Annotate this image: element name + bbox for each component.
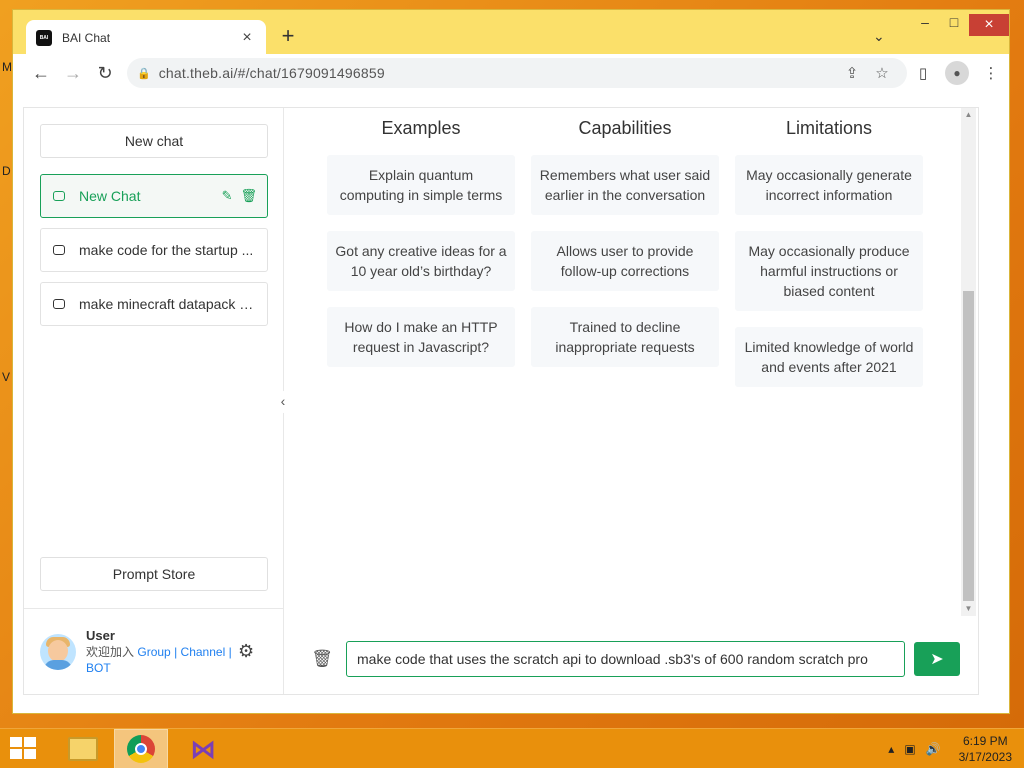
- lock-icon: 🔒: [137, 67, 151, 80]
- volume-icon[interactable]: 🔊: [926, 742, 941, 756]
- limitation-card: Limited knowledge of world and events af…: [735, 327, 923, 387]
- limitation-card: May occasionally produce harmful instruc…: [735, 231, 923, 311]
- taskbar: ⋈ ▴ ▣ 🔊 6:19 PM 3/17/2023: [0, 728, 1024, 768]
- limitation-card: May occasionally generate incorrect info…: [735, 155, 923, 215]
- chat-item-title: New Chat: [79, 188, 141, 204]
- url-text: chat.theb.ai/#/chat/1679091496859: [158, 65, 385, 81]
- system-tray: ▴ ▣ 🔊 6:19 PM 3/17/2023: [888, 733, 1012, 765]
- folder-icon: [68, 737, 98, 761]
- capability-card: Remembers what user said earlier in the …: [531, 155, 719, 215]
- column-examples: Examples Explain quantum computing in si…: [325, 118, 517, 403]
- main-content: Examples Explain quantum computing in si…: [285, 108, 978, 694]
- back-arrow-icon[interactable]: ←: [25, 57, 57, 89]
- chat-item-title: make minecraft datapack c...: [79, 296, 257, 312]
- edit-pencil-icon[interactable]: ✎: [222, 188, 233, 204]
- profile-icon[interactable]: ●: [945, 61, 969, 85]
- tray-chevron-up-icon[interactable]: ▴: [888, 742, 894, 756]
- column-limitations: Limitations May occasionally generate in…: [733, 118, 925, 403]
- scroll-up-arrow-icon[interactable]: ▲: [961, 108, 976, 122]
- chat-item[interactable]: make minecraft datapack c...: [40, 282, 268, 326]
- minimize-button[interactable]: –: [910, 14, 940, 36]
- separator: |: [228, 644, 232, 659]
- start-windows-icon[interactable]: [10, 737, 38, 761]
- new-chat-button[interactable]: New chat: [40, 124, 268, 158]
- tab-strip: BAI BAI Chat × + ⌄ – □ ×: [13, 10, 1009, 55]
- clock-date: 3/17/2023: [958, 750, 1012, 764]
- composer: 🗑 ➤: [285, 640, 978, 678]
- desktop-icon-label: D: [2, 164, 11, 178]
- column-header: Limitations: [785, 118, 873, 138]
- avatar: [40, 633, 76, 670]
- file-explorer-taskbar-button[interactable]: [56, 729, 110, 768]
- network-icon[interactable]: ▣: [904, 742, 915, 756]
- example-card[interactable]: How do I make an HTTP request in Javascr…: [327, 307, 515, 367]
- browser-window: BAI BAI Chat × + ⌄ – □ × ← → ↻ 🔒 chat.th…: [12, 9, 1010, 714]
- chat-bubble-icon: [53, 299, 65, 309]
- chat-list: New Chat ✎ 🗑 make code for the startup .…: [40, 174, 268, 336]
- window-close-button[interactable]: ×: [969, 14, 1009, 36]
- trash-icon[interactable]: 🗑: [240, 188, 257, 204]
- new-tab-button[interactable]: +: [275, 24, 301, 50]
- visual-studio-icon: ⋈: [190, 734, 216, 764]
- column-capabilities: Capabilities Remembers what user said ea…: [529, 118, 721, 403]
- chevron-down-icon[interactable]: ⌄: [873, 28, 885, 45]
- sidebar: New chat New Chat ✎ 🗑 make code for the …: [24, 108, 284, 694]
- desktop-icon-label: M: [2, 60, 12, 74]
- chat-item-title: make code for the startup ...: [79, 242, 254, 258]
- user-name: User: [86, 627, 115, 643]
- send-button[interactable]: ➤: [914, 642, 960, 676]
- clear-chat-trash-icon[interactable]: 🗑: [310, 649, 334, 669]
- settings-gear-icon[interactable]: ⚙: [238, 641, 254, 662]
- example-card[interactable]: Explain quantum computing in simple term…: [327, 155, 515, 215]
- browser-toolbar: ← → ↻ 🔒 chat.theb.ai/#/chat/167909149685…: [13, 54, 1009, 92]
- reload-icon[interactable]: ↻: [89, 57, 121, 89]
- capability-card: Trained to decline inappropriate request…: [531, 307, 719, 367]
- clock[interactable]: 6:19 PM 3/17/2023: [959, 733, 1012, 765]
- user-info: User 欢迎加入 Group | Channel | BOT: [86, 628, 234, 676]
- chat-item-active[interactable]: New Chat ✎ 🗑: [40, 174, 268, 218]
- intro-columns: Examples Explain quantum computing in si…: [325, 118, 925, 403]
- maximize-button[interactable]: □: [939, 14, 969, 36]
- message-input[interactable]: [346, 641, 905, 677]
- chat-bubble-icon: [53, 191, 65, 201]
- share-icon[interactable]: ⇪: [837, 64, 867, 82]
- vertical-scrollbar[interactable]: ▲ ▼: [961, 108, 976, 616]
- chat-app: New chat New Chat ✎ 🗑 make code for the …: [23, 107, 979, 695]
- chrome-icon: [127, 735, 155, 763]
- address-bar[interactable]: 🔒 chat.theb.ai/#/chat/1679091496859 ⇪ ☆: [127, 58, 907, 88]
- bot-link[interactable]: BOT: [86, 661, 111, 675]
- column-header: Capabilities: [578, 118, 672, 138]
- browser-tab[interactable]: BAI BAI Chat ×: [26, 20, 266, 55]
- close-tab-icon[interactable]: ×: [238, 29, 256, 47]
- user-description: 欢迎加入 Group | Channel | BOT: [86, 644, 234, 676]
- side-panel-icon[interactable]: ▯: [907, 64, 939, 82]
- column-header: Examples: [381, 118, 461, 138]
- capability-card: Allows user to provide follow-up correct…: [531, 231, 719, 291]
- chat-item[interactable]: make code for the startup ...: [40, 228, 268, 272]
- example-card[interactable]: Got any creative ideas for a 10 year old…: [327, 231, 515, 291]
- separator: |: [174, 644, 178, 659]
- scroll-down-arrow-icon[interactable]: ▼: [961, 602, 976, 616]
- bookmark-star-icon[interactable]: ☆: [867, 64, 897, 82]
- welcome-text: 欢迎加入: [86, 644, 135, 659]
- chat-bubble-icon: [53, 245, 65, 255]
- prompt-store-button[interactable]: Prompt Store: [40, 557, 268, 591]
- channel-link[interactable]: Channel: [181, 645, 226, 659]
- scroll-thumb[interactable]: [963, 291, 974, 601]
- visual-studio-taskbar-button[interactable]: ⋈: [176, 729, 230, 768]
- tab-title: BAI Chat: [62, 30, 111, 45]
- user-panel: User 欢迎加入 Group | Channel | BOT ⚙: [24, 608, 283, 694]
- page-viewport: New chat New Chat ✎ 🗑 make code for the …: [13, 92, 1009, 713]
- send-arrow-icon: ➤: [930, 651, 944, 668]
- favicon-icon: BAI: [36, 29, 52, 46]
- forward-arrow-icon[interactable]: →: [57, 57, 89, 89]
- clock-time: 6:19 PM: [962, 734, 1008, 748]
- menu-kebab-icon[interactable]: ⋮: [975, 64, 1007, 82]
- group-link[interactable]: Group: [137, 645, 170, 659]
- chrome-taskbar-button[interactable]: [114, 729, 168, 768]
- desktop-icon-label: V: [2, 370, 11, 384]
